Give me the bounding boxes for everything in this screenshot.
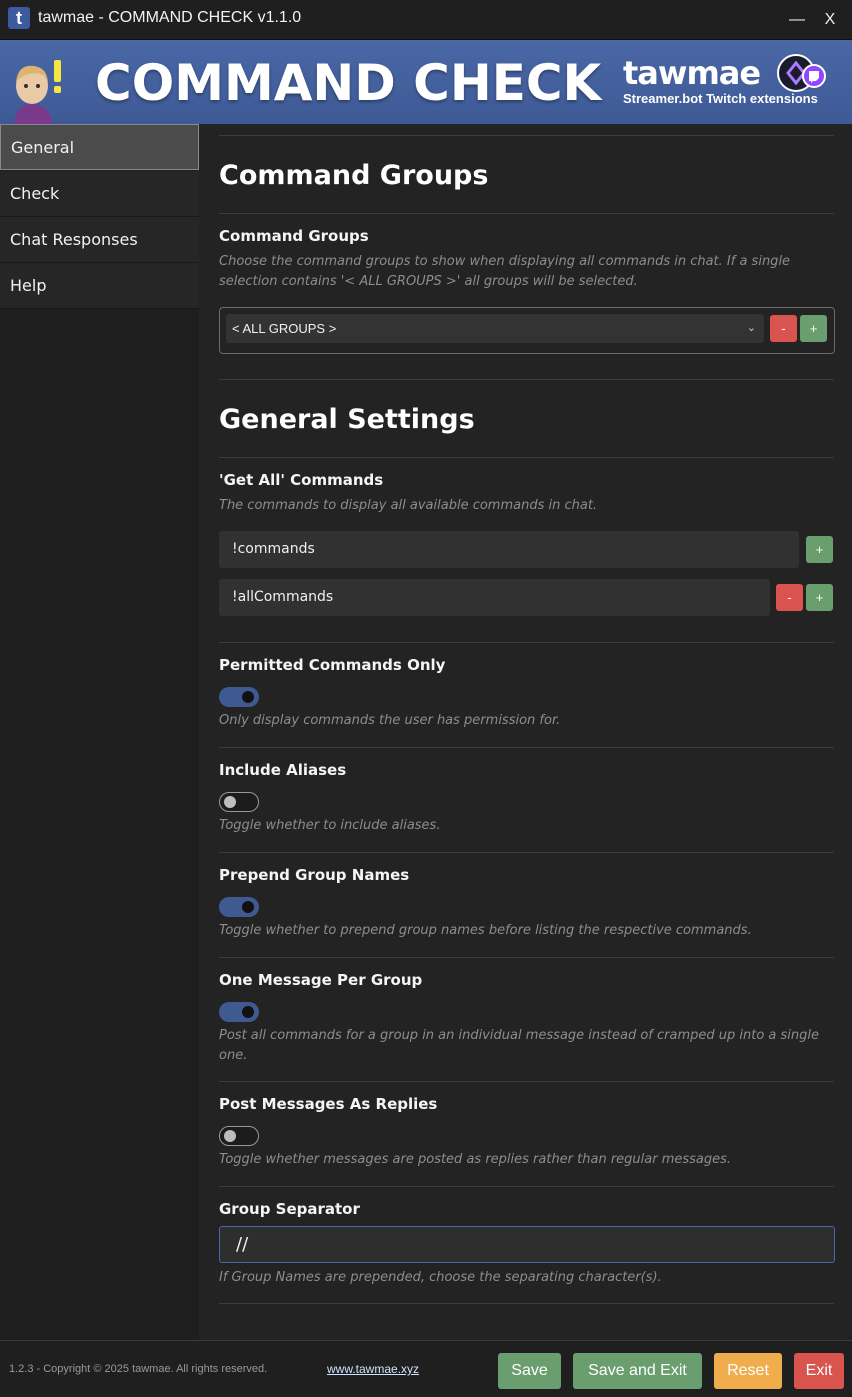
copyright-text: 1.2.3 - Copyright © 2025 tawmae. All rig… [9, 1363, 268, 1375]
divider [219, 213, 834, 214]
close-button[interactable]: X [818, 8, 842, 32]
one-message-per-group-toggle[interactable] [219, 1002, 259, 1022]
include-aliases-label: Include Aliases [219, 761, 347, 779]
get-all-commands-description: The commands to display all available co… [219, 498, 598, 513]
post-as-replies-label: Post Messages As Replies [219, 1095, 438, 1113]
group-separator-label: Group Separator [219, 1200, 360, 1218]
group-separator-description: If Group Names are prepended, choose the… [219, 1270, 662, 1285]
prepend-group-names-label: Prepend Group Names [219, 866, 410, 884]
save-and-exit-button[interactable]: Save and Exit [573, 1353, 702, 1389]
remove-group-button[interactable]: - [770, 315, 797, 342]
get-all-commands-label: 'Get All' Commands [219, 471, 384, 489]
add-command-button[interactable]: + [806, 536, 833, 563]
sidebar-item-help[interactable]: Help [0, 263, 199, 309]
banner-title: COMMAND CHECK [95, 54, 602, 112]
divider [219, 135, 834, 136]
toggle-knob [242, 1006, 254, 1018]
toggle-knob [224, 1130, 236, 1142]
permitted-commands-toggle[interactable] [219, 687, 259, 707]
window-title: tawmae - COMMAND CHECK v1.1.0 [38, 9, 302, 26]
general-settings-heading: General Settings [219, 404, 475, 435]
divider [219, 457, 834, 458]
exit-button[interactable]: Exit [794, 1353, 844, 1389]
command-groups-label: Command Groups [219, 227, 369, 245]
post-as-replies-toggle[interactable] [219, 1126, 259, 1146]
include-aliases-description: Toggle whether to include aliases. [219, 818, 441, 833]
command-group-select-value: < ALL GROUPS > [232, 321, 337, 336]
command-groups-box: < ALL GROUPS > ⌄ - + [219, 307, 835, 354]
chevron-down-icon: ⌄ [746, 322, 756, 334]
toggle-knob [242, 901, 254, 913]
divider [219, 1303, 834, 1304]
brand-logo-icon [777, 54, 826, 92]
include-aliases-toggle[interactable] [219, 792, 259, 812]
permitted-commands-description: Only display commands the user has permi… [219, 713, 561, 728]
divider [219, 747, 834, 748]
toggle-knob [224, 796, 236, 808]
sidebar: General Check Chat Responses Help [0, 124, 199, 1340]
header-banner: COMMAND CHECK tawmae Streamer.bot Twitch… [0, 40, 852, 124]
divider [219, 642, 834, 643]
sidebar-item-chat-responses[interactable]: Chat Responses [0, 217, 199, 263]
remove-command-button[interactable]: - [776, 584, 803, 611]
website-link[interactable]: www.tawmae.xyz [327, 1362, 419, 1376]
brand-name: tawmae [623, 54, 761, 92]
toggle-knob [242, 691, 254, 703]
main-content: Command Groups Command Groups Choose the… [199, 124, 852, 1340]
permitted-commands-label: Permitted Commands Only [219, 656, 446, 674]
command-groups-heading: Command Groups [219, 160, 489, 191]
group-separator-input[interactable]: // [219, 1226, 835, 1263]
reset-button[interactable]: Reset [714, 1353, 782, 1389]
mascot-icon [14, 60, 61, 124]
sidebar-item-check[interactable]: Check [0, 171, 199, 217]
title-bar: t tawmae - COMMAND CHECK v1.1.0 — X [0, 0, 852, 40]
prepend-group-names-description: Toggle whether to prepend group names be… [219, 923, 752, 938]
prepend-group-names-toggle[interactable] [219, 897, 259, 917]
divider [219, 1081, 834, 1082]
command-input-commands[interactable]: !commands [219, 531, 799, 568]
command-groups-description: Choose the command groups to show when d… [219, 254, 791, 289]
add-group-button[interactable]: + [800, 315, 827, 342]
one-message-per-group-description: Post all commands for a group in an indi… [219, 1028, 820, 1063]
post-as-replies-description: Toggle whether messages are posted as re… [219, 1152, 732, 1167]
divider [219, 957, 834, 958]
divider [219, 379, 834, 380]
sidebar-item-general[interactable]: General [0, 124, 199, 170]
minimize-button[interactable]: — [785, 8, 809, 32]
save-button[interactable]: Save [498, 1353, 561, 1389]
one-message-per-group-label: One Message Per Group [219, 971, 423, 989]
footer: 1.2.3 - Copyright © 2025 tawmae. All rig… [0, 1340, 852, 1397]
app-icon: t [8, 7, 30, 29]
command-input-allcommands[interactable]: !allCommands [219, 579, 770, 616]
add-command-button[interactable]: + [806, 584, 833, 611]
command-group-select[interactable]: < ALL GROUPS > ⌄ [226, 314, 764, 343]
divider [219, 1186, 834, 1187]
divider [219, 852, 834, 853]
